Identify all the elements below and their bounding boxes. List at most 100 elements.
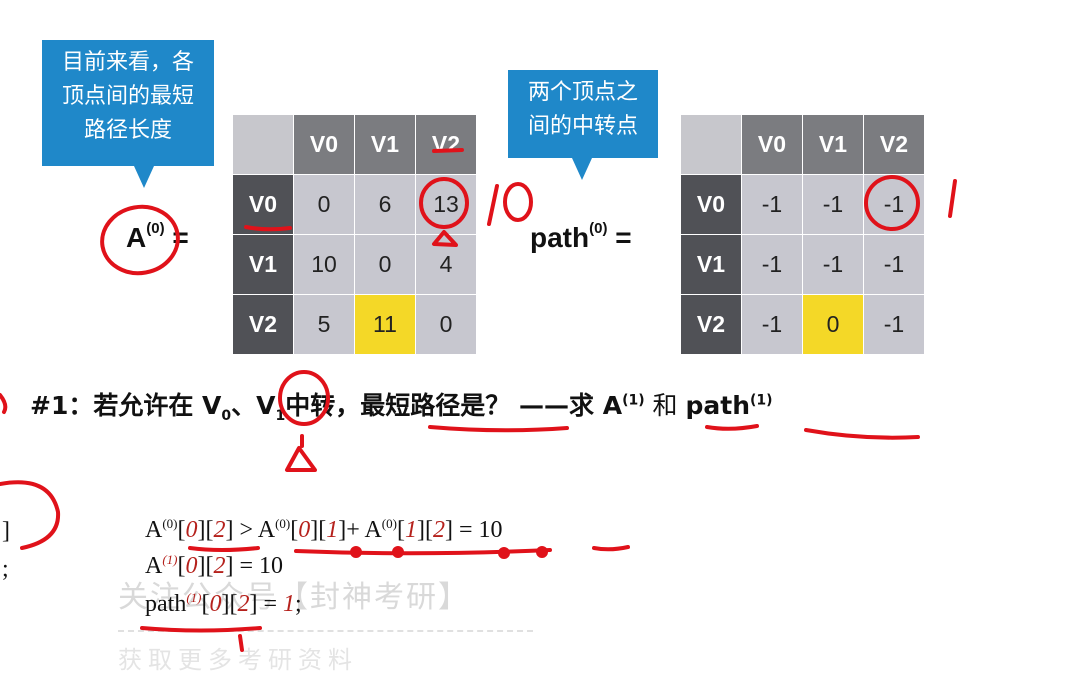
ink-underline-question [428, 425, 569, 433]
step-a-sup: (1) [622, 392, 645, 409]
formula-result: = 10 [233, 553, 284, 579]
matrix-a-table: V0 V1 V2 V0 0 6 13 V1 10 0 4 V2 5 11 0 [232, 114, 477, 355]
matrix-cell: -1 [741, 234, 803, 295]
matrix-cell: -1 [802, 174, 864, 235]
formula-end: ; [295, 591, 302, 617]
ink-dot [536, 546, 548, 558]
matrix-a-label: A(0) = [126, 219, 189, 254]
step-sep: 、 [231, 391, 257, 420]
matrix-cell: 13 [415, 174, 477, 235]
row-header: V2 [680, 294, 742, 355]
ink-triangle-v1 [285, 446, 317, 472]
formula-operator: > [233, 517, 258, 543]
matrix-a-equals: = [172, 222, 189, 253]
matrix-a-symbol: A [126, 222, 147, 253]
ink-underline-idx [188, 546, 260, 552]
formula-sup: (1) [186, 590, 202, 605]
matrix-a-superscript: (0) [146, 219, 165, 237]
callout-pointer [134, 166, 154, 188]
formula-symbol: path [145, 591, 187, 617]
step-path-sup: (1) [750, 392, 773, 409]
formula-symbol: A [145, 517, 163, 543]
step-prefix: #1：若允许在 V [30, 391, 222, 420]
formula-index: 2 [213, 553, 226, 579]
matrix-cell: -1 [802, 234, 864, 295]
formula-index: 2 [213, 517, 226, 543]
step-question: #1：若允许在 V0、V1中转，最短路径是？ ——求 A(1) 和 path(1… [30, 386, 773, 424]
formula-value: 1 [283, 591, 296, 617]
formula-result: = 10 [452, 517, 503, 543]
col-header: V1 [802, 114, 864, 175]
formula-line-2: A(1)[0][2] = 10 [145, 552, 284, 579]
row-header: V2 [232, 294, 294, 355]
watermark-bottom: 获取更多考研资料 [118, 646, 358, 674]
ink-underline-rhs [294, 548, 552, 556]
formula-sup: (0) [381, 516, 397, 531]
row-header: V1 [232, 234, 294, 295]
matrix-corner [680, 114, 742, 175]
formula-sup: (0) [275, 516, 291, 531]
callout-line: 顶点间的最短 [61, 84, 194, 109]
formula-index: 0 [298, 517, 311, 543]
callout-line: 路径长度 [83, 118, 172, 143]
formula-index: 1 [404, 517, 417, 543]
row-header: V0 [232, 174, 294, 235]
left-fragment-semicolon: ; [2, 556, 9, 582]
formula-index: 2 [237, 591, 250, 617]
matrix-cell: 0 [415, 294, 477, 355]
step-sub1: 1 [275, 408, 286, 424]
callout-pointer [572, 158, 592, 180]
step-sub0: 0 [221, 408, 232, 424]
step-and: 和 [644, 391, 686, 420]
matrix-cell-highlight: 0 [802, 294, 864, 355]
ink-digit-1-right [948, 179, 957, 218]
formula-index: 1 [326, 517, 339, 543]
matrix-cell: -1 [863, 234, 925, 295]
formula-symbol: A [145, 553, 163, 579]
matrix-path-label: path(0) = [530, 220, 632, 254]
ink-dot [498, 547, 510, 559]
col-header: V0 [741, 114, 803, 175]
col-header: V2 [415, 114, 477, 175]
matrix-cell-highlight: 11 [354, 294, 416, 355]
ink-digit-0 [503, 182, 533, 222]
formula-operator: + [346, 517, 365, 543]
ink-dot [350, 546, 362, 558]
col-header: V2 [863, 114, 925, 175]
formula-symbol: A [257, 517, 276, 543]
matrix-cell: -1 [741, 294, 803, 355]
matrix-path-equals: = [615, 222, 632, 253]
matrix-corner [232, 114, 294, 175]
formula-line-1: A(0)[0][2] > A(0)[0][1]+ A(0)[1][2] = 10 [145, 516, 503, 543]
matrix-cell: 6 [354, 174, 416, 235]
left-fragment-bracket: ] [2, 518, 10, 544]
row-header: V0 [680, 174, 742, 235]
formula-line-3: path(1)[0][2] = 1; [145, 590, 302, 617]
matrix-cell: -1 [741, 174, 803, 235]
formula-sup: (0) [162, 516, 178, 531]
formula-index: 2 [432, 517, 445, 543]
formula-symbol: A [364, 517, 382, 543]
callout-line: 目前来看，各 [61, 50, 194, 75]
matrix-path-symbol: path [530, 222, 590, 253]
matrix-cell: 0 [354, 234, 416, 295]
row-header: V1 [680, 234, 742, 295]
ink-digit-1 [487, 184, 499, 226]
matrix-cell: -1 [863, 294, 925, 355]
formula-index: 0 [185, 553, 198, 579]
matrix-cell: 0 [293, 174, 355, 235]
step-path: path [685, 391, 751, 420]
formula-index: 0 [209, 591, 222, 617]
ink-underline-path1 [804, 428, 920, 440]
formula-index: 0 [185, 517, 198, 543]
matrix-cell: -1 [863, 174, 925, 235]
matrix-cell: 5 [293, 294, 355, 355]
callout-line: 两个顶点之 [527, 80, 638, 105]
col-header: V1 [354, 114, 416, 175]
formula-sup: (1) [162, 552, 178, 567]
step-middle: 中转，最短路径是？ ——求 [285, 391, 603, 420]
col-header: V0 [293, 114, 355, 175]
ink-dot [392, 546, 404, 558]
step-v1: V [256, 391, 276, 420]
matrix-cell: 4 [415, 234, 477, 295]
